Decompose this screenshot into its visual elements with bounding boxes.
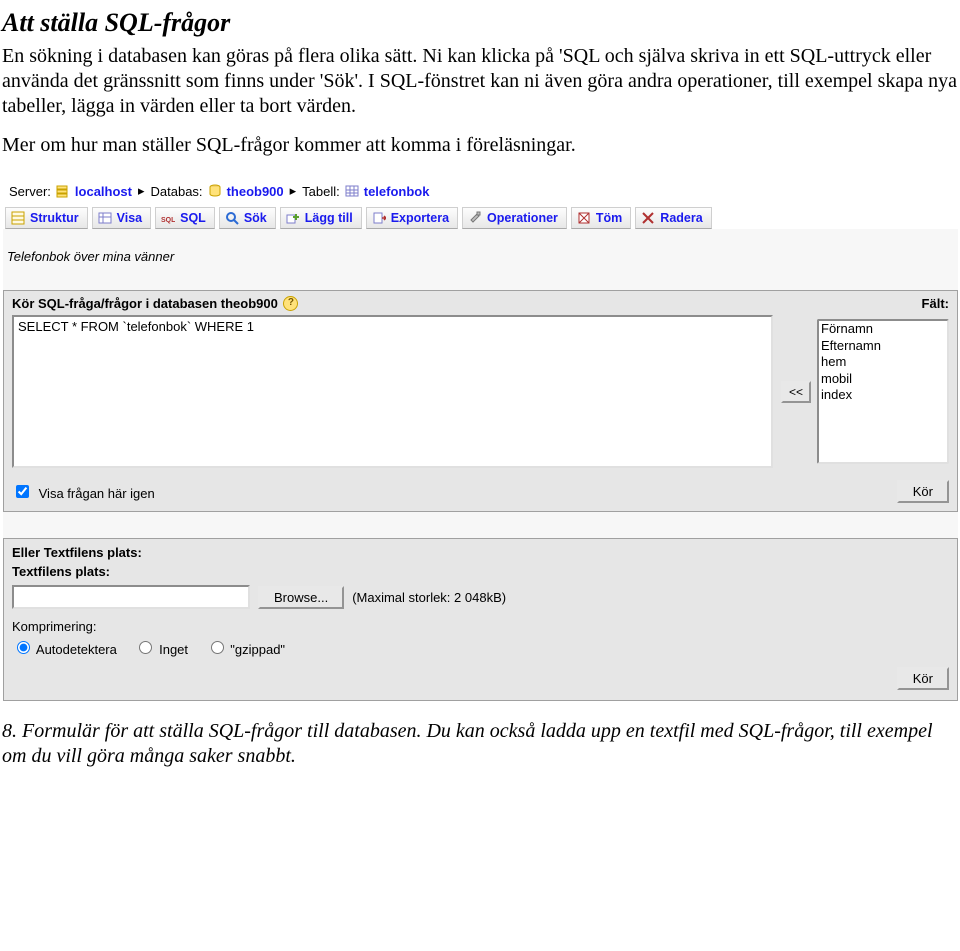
fields-label: Fält: (922, 296, 949, 311)
file-location-label: Textfilens plats: (12, 564, 949, 579)
tab-bar: Struktur Visa SQL SQL Sök Lägg till Expo… (3, 207, 958, 229)
bc-separator: ▸ (288, 183, 299, 199)
bc-database-label: Databas: (151, 184, 203, 199)
run-query-button[interactable]: Kör (897, 480, 949, 503)
table-comment: Telefonbok över mina vänner (7, 249, 954, 264)
export-icon (371, 211, 387, 225)
tab-label: SQL (180, 211, 206, 225)
tab-tom[interactable]: Töm (571, 207, 631, 229)
search-icon (224, 211, 240, 225)
max-size-note: (Maximal storlek: 2 048kB) (352, 590, 506, 605)
insert-icon (285, 211, 301, 225)
help-icon[interactable]: ? (283, 296, 298, 311)
tab-exportera[interactable]: Exportera (366, 207, 458, 229)
structure-icon (10, 211, 26, 225)
field-option[interactable]: Efternamn (819, 338, 947, 355)
server-icon (55, 184, 71, 198)
tab-visa[interactable]: Visa (92, 207, 152, 229)
tab-label: Operationer (487, 211, 558, 225)
show-again-input[interactable] (16, 485, 29, 498)
sql-query-panel: Kör SQL-fråga/frågor i databasen theob90… (3, 290, 958, 512)
section-heading: Att ställa SQL-frågor (2, 8, 958, 38)
body-paragraph-1: En sökning i databasen kan göras på fler… (2, 44, 958, 119)
tab-label: Töm (596, 211, 622, 225)
tab-laggtill[interactable]: Lägg till (280, 207, 362, 229)
empty-icon (576, 211, 592, 225)
tab-label: Sök (244, 211, 267, 225)
phpmyadmin-panel: Server: localhost ▸ Databas: theob900 ▸ … (2, 176, 958, 701)
svg-text:SQL: SQL (161, 217, 175, 224)
radio-autodetect[interactable]: Autodetektera (12, 642, 117, 657)
sql-query-textarea[interactable] (12, 315, 773, 468)
field-option[interactable]: Förnamn (819, 321, 947, 338)
bc-server-link[interactable]: localhost (75, 184, 132, 199)
fields-list[interactable]: Förnamn Efternamn hem mobil index (817, 319, 949, 464)
show-again-checkbox[interactable]: Visa frågan här igen (12, 482, 155, 501)
browse-button[interactable]: Browse... (258, 586, 344, 609)
tab-struktur[interactable]: Struktur (5, 207, 88, 229)
table-icon (344, 184, 360, 198)
tab-sok[interactable]: Sök (219, 207, 276, 229)
tab-operationer[interactable]: Operationer (462, 207, 567, 229)
sql-panel-title: Kör SQL-fråga/frågor i databasen theob90… (12, 296, 278, 311)
tab-label: Radera (660, 211, 702, 225)
bc-server-label: Server: (9, 184, 51, 199)
figure-caption: 8. Formulär för att ställa SQL-frågor ti… (2, 719, 958, 769)
drop-icon (640, 211, 656, 225)
tab-sql[interactable]: SQL SQL (155, 207, 215, 229)
bc-database-link[interactable]: theob900 (227, 184, 284, 199)
database-icon (207, 184, 223, 198)
field-option[interactable]: index (819, 387, 947, 404)
operations-icon (467, 211, 483, 225)
tab-label: Exportera (391, 211, 449, 225)
field-option[interactable]: mobil (819, 371, 947, 388)
sql-icon: SQL (160, 211, 176, 225)
tab-label: Lägg till (305, 211, 353, 225)
body-paragraph-2: Mer om hur man ställer SQL-frågor kommer… (2, 133, 958, 158)
tab-label: Struktur (30, 211, 79, 225)
radio-gzip[interactable]: "gzippad" (206, 642, 285, 657)
tab-label: Visa (117, 211, 143, 225)
insert-field-button[interactable]: << (781, 381, 811, 403)
browse-icon (97, 211, 113, 225)
sql-file-panel: Eller Textfilens plats: Textfilens plats… (3, 538, 958, 701)
field-option[interactable]: hem (819, 354, 947, 371)
bc-table-link[interactable]: telefonbok (364, 184, 430, 199)
run-file-button[interactable]: Kör (897, 667, 949, 690)
bc-table-label: Tabell: (302, 184, 340, 199)
or-file-label: Eller Textfilens plats: (12, 545, 949, 560)
compression-label: Komprimering: (12, 619, 949, 634)
breadcrumb: Server: localhost ▸ Databas: theob900 ▸ … (3, 177, 958, 207)
show-again-label: Visa frågan här igen (39, 486, 155, 501)
bc-separator: ▸ (136, 183, 147, 199)
file-path-input[interactable] (12, 585, 250, 609)
radio-none[interactable]: Inget (134, 642, 188, 657)
tab-radera[interactable]: Radera (635, 207, 711, 229)
